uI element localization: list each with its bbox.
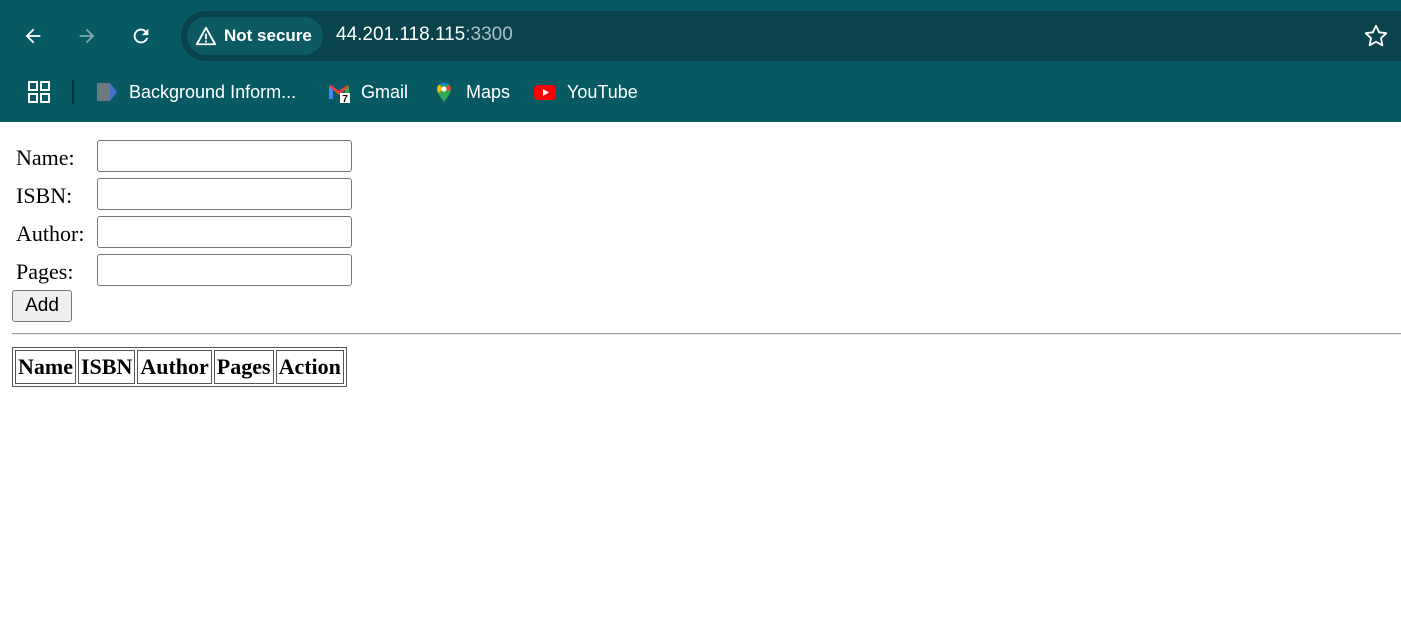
table-header-row: Name ISBN Author Pages Action [15, 350, 344, 384]
url-text[interactable]: 44.201.118.115:3300 [336, 24, 513, 46]
youtube-icon [533, 80, 557, 104]
security-label: Not secure [224, 26, 312, 45]
address-bar[interactable]: Not secure 44.201.118.115:3300 [181, 11, 1401, 61]
gmail-badge: 7 [342, 94, 348, 104]
bookmark-label: Gmail [361, 81, 409, 102]
bookmark-label: YouTube [567, 81, 638, 102]
maps-icon [432, 80, 456, 104]
column-header-pages: Pages [213, 350, 274, 384]
back-arrow-icon [25, 28, 41, 44]
page-content: Name: ISBN: Author: Pages: Add Name ISBN… [0, 122, 1401, 618]
pages-input[interactable] [97, 254, 352, 286]
author-label: Author: [16, 221, 85, 246]
bookmark-maps[interactable]: Maps [432, 76, 510, 108]
column-header-action: Action [275, 350, 344, 384]
bookmarks-bar: Background Inform... 7 Gmail Maps YouTub… [0, 72, 1401, 112]
column-header-name: Name [15, 350, 76, 384]
browser-toolbar: Not secure 44.201.118.115:3300 Backgroun… [0, 0, 1401, 122]
gmail-icon: 7 [327, 80, 351, 104]
column-header-isbn: ISBN [77, 350, 136, 384]
add-button[interactable]: Add [12, 290, 72, 322]
url-host: 44.201.118.115 [336, 24, 466, 45]
name-label: Name: [16, 145, 75, 170]
forward-button[interactable] [69, 18, 105, 54]
isbn-input[interactable] [97, 178, 352, 210]
bookmark-star-icon[interactable] [1363, 23, 1389, 49]
pages-label: Pages: [16, 259, 74, 284]
name-input[interactable] [97, 140, 352, 172]
isbn-label: ISBN: [16, 183, 73, 208]
reload-icon [133, 28, 149, 44]
author-input[interactable] [97, 216, 352, 248]
divider [12, 333, 1401, 335]
reload-button[interactable] [123, 18, 159, 54]
bookmark-label: Background Inform... [129, 81, 297, 102]
warning-icon [195, 26, 217, 46]
url-port: :3300 [465, 24, 513, 45]
books-table: Name ISBN Author Pages Action [12, 347, 347, 387]
forward-arrow-icon [79, 28, 95, 44]
bookmark-label: Maps [466, 81, 511, 102]
bookmarks-separator [72, 80, 74, 104]
document-icon [95, 80, 119, 104]
bookmark-gmail[interactable]: 7 Gmail [327, 76, 408, 108]
security-chip[interactable]: Not secure [187, 17, 323, 55]
bookmark-youtube[interactable]: YouTube [533, 76, 638, 108]
column-header-author: Author [137, 350, 212, 384]
apps-grid-icon[interactable] [27, 80, 51, 104]
back-button[interactable] [15, 18, 51, 54]
bookmark-background-information[interactable]: Background Inform... [95, 76, 296, 108]
